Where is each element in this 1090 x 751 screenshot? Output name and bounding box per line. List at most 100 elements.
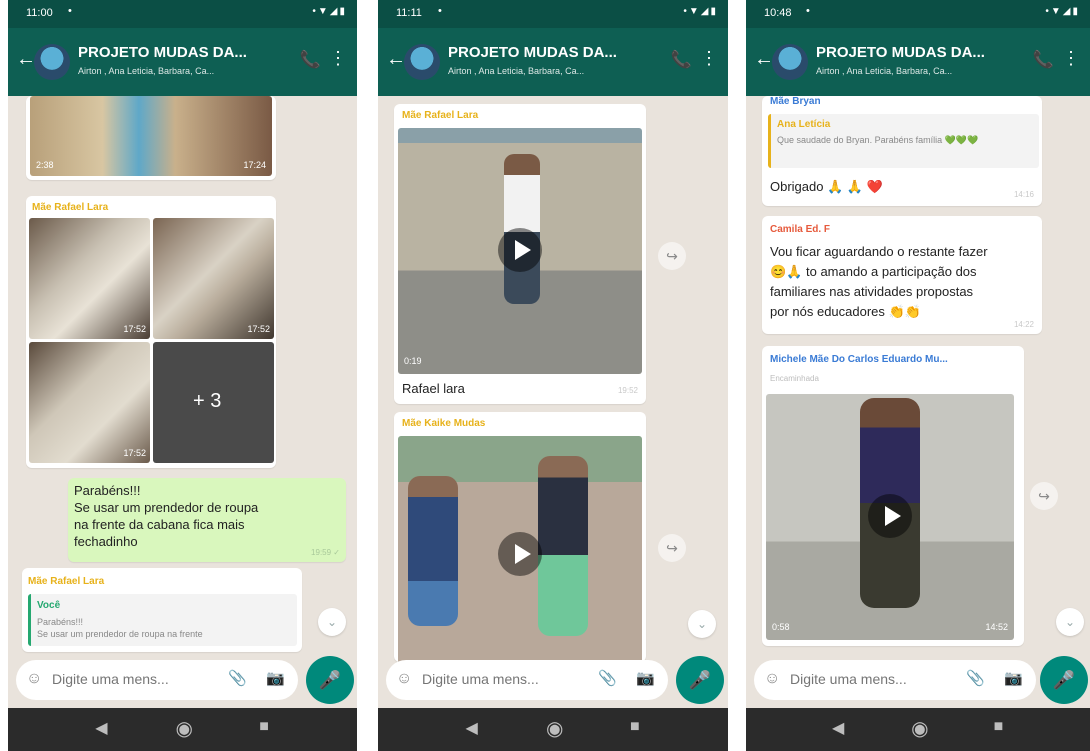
share-icon[interactable]: ↪ — [658, 534, 686, 562]
add-call-icon[interactable]: 📞 — [1033, 50, 1054, 70]
back-arrow-icon[interactable]: ← — [16, 48, 36, 71]
android-nav-bar: ◀ ◉ ■ — [8, 708, 357, 751]
quote-author: Ana Letícia — [777, 119, 831, 130]
quoted-message[interactable]: Ana Letícia Que saudade do Bryan. Parabé… — [768, 114, 1039, 168]
camera-icon[interactable]: 📷 — [266, 669, 285, 687]
signal-wifi-battery-icon: •▼◢▮ — [312, 6, 347, 17]
message-line: na frente da cabana fica mais — [74, 517, 245, 532]
video-message[interactable]: Mãe Kaike Mudas — [394, 412, 646, 666]
chat-message[interactable]: Camila Ed. F Vou ficar aguardando o rest… — [762, 216, 1042, 334]
group-title[interactable]: PROJETO MUDAS DA... — [448, 44, 617, 61]
chat-header[interactable]: ← PROJETO MUDAS DA... Airton , Ana Letic… — [8, 28, 357, 96]
nav-home-icon[interactable]: ◉ — [176, 716, 193, 741]
outgoing-message[interactable]: Parabéns!!! Se usar um prendedor de roup… — [68, 478, 346, 562]
nav-back-icon[interactable]: ◀ — [466, 718, 478, 738]
play-icon[interactable] — [498, 228, 542, 272]
play-icon[interactable] — [498, 532, 542, 576]
add-call-icon[interactable]: 📞 — [300, 50, 321, 70]
chat-header[interactable]: ← PROJETO MUDAS DA... Airton , Ana Letic… — [378, 28, 728, 96]
group-title[interactable]: PROJETO MUDAS DA... — [816, 44, 985, 61]
message-input[interactable] — [420, 670, 564, 688]
video-duration: 0:19 — [404, 356, 422, 366]
menu-icon[interactable]: ⋮ — [700, 48, 718, 69]
message-input-bar[interactable]: ☺ 📎 📷 — [386, 660, 668, 700]
nav-home-icon[interactable]: ◉ — [546, 716, 563, 741]
group-avatar[interactable] — [404, 44, 440, 80]
nav-recent-icon[interactable]: ■ — [994, 718, 1004, 736]
attach-icon[interactable]: 📎 — [228, 669, 247, 687]
mic-button[interactable]: 🎤 — [676, 656, 724, 704]
emoji-icon[interactable]: ☺ — [26, 670, 42, 688]
album-more-photos[interactable]: + 3 — [153, 342, 274, 463]
album-photo[interactable]: 17:52 — [29, 218, 150, 339]
menu-icon[interactable]: ⋮ — [1062, 48, 1080, 69]
album-photo[interactable]: 17:52 — [29, 342, 150, 463]
group-title[interactable]: PROJETO MUDAS DA... — [78, 44, 247, 61]
mic-button[interactable]: 🎤 — [1040, 656, 1088, 704]
back-arrow-icon[interactable]: ← — [386, 48, 406, 71]
group-members: Airton , Ana Leticia, Barbara, Ca... — [448, 66, 585, 76]
video-thumbnail[interactable]: 0:19 — [398, 128, 642, 374]
nav-recent-icon[interactable]: ■ — [259, 718, 269, 736]
nav-back-icon[interactable]: ◀ — [95, 718, 107, 738]
message-input-bar[interactable]: ☺ 📎 📷 — [16, 660, 298, 700]
album-photo[interactable]: 17:52 — [153, 218, 274, 339]
message-input-bar[interactable]: ☺ 📎 📷 — [754, 660, 1036, 700]
emoji-icon[interactable]: ☺ — [396, 670, 412, 688]
message-input[interactable] — [788, 670, 932, 688]
video-thumbnail[interactable] — [398, 436, 642, 666]
attach-icon[interactable]: 📎 — [598, 669, 617, 687]
phone-screen-1: 11:00 • •▼◢▮ ← PROJETO MUDAS DA... Airto… — [8, 0, 357, 751]
attach-icon[interactable]: 📎 — [966, 669, 985, 687]
android-nav-bar: ◀ ◉ ■ — [746, 708, 1090, 751]
emoji-icon[interactable]: ☺ — [764, 670, 780, 688]
nav-back-icon[interactable]: ◀ — [832, 718, 844, 738]
quoted-message[interactable]: Você Parabéns!!! Se usar um prendedor de… — [28, 594, 297, 646]
share-icon[interactable]: ↪ — [1030, 482, 1058, 510]
share-icon[interactable]: ↪ — [658, 242, 686, 270]
scroll-down-button[interactable]: ⌄ — [318, 608, 346, 636]
message-input[interactable] — [50, 670, 194, 688]
status-bar: 11:00 • •▼◢▮ — [8, 0, 357, 28]
message-text: Parabéns!!! Se usar um prendedor de roup… — [74, 482, 258, 550]
camera-icon[interactable]: 📷 — [1004, 669, 1023, 687]
sender-name: Mãe Kaike Mudas — [402, 418, 486, 429]
message-time: 17:24 — [243, 160, 266, 170]
video-thumbnail[interactable]: 0:58 14:52 — [766, 394, 1014, 640]
menu-icon[interactable]: ⋮ — [329, 48, 347, 69]
video-thumbnail[interactable]: 2:38 17:24 — [30, 96, 272, 176]
message-line: fechadinho — [74, 534, 138, 549]
reply-message[interactable]: Mãe Bryan Ana Letícia Que saudade do Bry… — [762, 96, 1042, 206]
message-time: 19:52 — [617, 386, 638, 395]
forwarded-video-message[interactable]: Michele Mãe Do Carlos Eduardo Mu... Enca… — [762, 346, 1024, 646]
status-time: 11:00 — [26, 7, 53, 19]
camera-icon[interactable]: 📷 — [636, 669, 655, 687]
message-time: 14:16 — [1013, 190, 1034, 199]
nav-recent-icon[interactable]: ■ — [630, 718, 640, 736]
video-message[interactable]: 2:38 17:24 — [26, 96, 276, 180]
quote-author: Você — [37, 600, 61, 611]
video-message[interactable]: Mãe Rafael Lara 0:19 Rafael lara 19:52 — [394, 104, 646, 404]
album-message[interactable]: Mãe Rafael Lara 17:52 17:52 17:52 + 3 — [26, 196, 276, 468]
group-members: Airton , Ana Leticia, Barbara, Ca... — [78, 66, 215, 76]
group-avatar[interactable] — [772, 44, 808, 80]
sender-name: Mãe Rafael Lara — [402, 110, 479, 121]
reply-message[interactable]: Mãe Rafael Lara Você Parabéns!!! Se usar… — [22, 568, 302, 652]
video-duration: 0:58 — [772, 622, 790, 632]
mic-button[interactable]: 🎤 — [306, 656, 354, 704]
chat-header[interactable]: ← PROJETO MUDAS DA... Airton , Ana Letic… — [746, 28, 1090, 96]
message-time: 17:52 — [123, 448, 146, 458]
group-avatar[interactable] — [34, 44, 70, 80]
back-arrow-icon[interactable]: ← — [754, 48, 774, 71]
message-text: Obrigado 🙏 🙏 ❤️ — [770, 179, 883, 194]
quote-line: Se usar um prendedor de roupa na frente — [37, 629, 203, 639]
add-call-icon[interactable]: 📞 — [671, 50, 692, 70]
scroll-down-button[interactable]: ⌄ — [1056, 608, 1084, 636]
quote-line: Parabéns!!! — [37, 617, 84, 627]
more-count: + 3 — [193, 390, 222, 412]
nav-home-icon[interactable]: ◉ — [911, 716, 928, 741]
scroll-down-button[interactable]: ⌄ — [688, 610, 716, 638]
video-caption: Rafael lara — [402, 381, 465, 396]
play-icon[interactable] — [868, 494, 912, 538]
notification-icon: • — [68, 5, 72, 17]
